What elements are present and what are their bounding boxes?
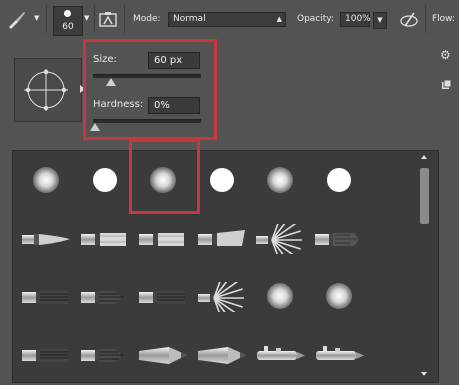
tool-preset-dropdown[interactable]: ▼ bbox=[34, 14, 39, 22]
flat-bristle-icon bbox=[20, 282, 72, 316]
size-hardness-highlight bbox=[83, 39, 217, 140]
scrollbar-thumb[interactable] bbox=[420, 168, 429, 224]
brush-preset-flat-bristle[interactable] bbox=[17, 328, 75, 382]
brush-size-readout: 60 bbox=[62, 22, 74, 32]
pencil-icon bbox=[137, 340, 189, 374]
soft-round-brush-tip-icon bbox=[267, 283, 293, 309]
opacity-input[interactable]: 100% bbox=[340, 12, 371, 27]
hard-round-brush-tip-icon bbox=[326, 168, 351, 192]
mode-label: Mode: bbox=[133, 14, 161, 24]
brush-preset-soft-round[interactable] bbox=[310, 270, 368, 326]
opacity-value: 100% bbox=[345, 14, 371, 24]
flat-bristle-icon bbox=[137, 282, 189, 316]
brush-panel-toggle-icon[interactable] bbox=[99, 11, 117, 28]
brush-preset-pointed-brush[interactable] bbox=[17, 212, 75, 268]
brush-preset-flat-brush[interactable] bbox=[76, 212, 134, 268]
soft-round-brush-tip-icon bbox=[267, 167, 293, 193]
scroll-down-arrow-icon[interactable] bbox=[421, 372, 427, 376]
brush-preset-picker[interactable]: 60 bbox=[53, 6, 83, 36]
brush-preset-pencil[interactable] bbox=[134, 328, 192, 382]
brush-angle-preview[interactable] bbox=[14, 58, 82, 122]
fan-brush-icon bbox=[254, 211, 306, 269]
brush-dot-icon bbox=[64, 10, 71, 17]
flat-brush-icon bbox=[137, 224, 189, 258]
opacity-dropdown-button[interactable]: ▼ bbox=[373, 12, 387, 29]
flat-brush-icon bbox=[79, 224, 131, 258]
new-preset-icon[interactable] bbox=[442, 74, 452, 89]
soft-round-brush-tip-icon bbox=[33, 167, 59, 193]
brush-preset-pencil[interactable] bbox=[193, 328, 251, 382]
soft-round-brush-tip-icon bbox=[325, 283, 352, 309]
round-bristle-brush-icon bbox=[313, 224, 365, 258]
pointed-brush-icon bbox=[20, 224, 72, 258]
brush-preset-hard-round[interactable] bbox=[193, 154, 251, 210]
round-bristle-icon bbox=[79, 340, 131, 374]
pencil-icon bbox=[196, 340, 248, 374]
brush-preset-soft-round[interactable] bbox=[17, 154, 75, 210]
brush-angle-crosshair-icon bbox=[24, 69, 68, 111]
brush-preset-flat-brush[interactable] bbox=[134, 212, 192, 268]
brush-preset-flat-bristle[interactable] bbox=[134, 270, 192, 326]
hard-round-brush-tip-icon bbox=[209, 168, 234, 192]
brush-tool-icon[interactable] bbox=[6, 9, 28, 31]
brush-preset-fan-brush[interactable] bbox=[193, 269, 251, 327]
brush-preset-round-bristle-brush[interactable] bbox=[310, 212, 368, 268]
selected-preset-highlight bbox=[129, 139, 200, 214]
round-bristle-icon bbox=[79, 282, 131, 316]
flow-label: Flow: bbox=[432, 14, 456, 24]
scroll-up-arrow-icon[interactable] bbox=[421, 155, 427, 159]
angled-brush-icon bbox=[196, 224, 248, 258]
brush-preset-soft-round[interactable] bbox=[251, 270, 309, 326]
opacity-label: Opacity: bbox=[297, 14, 334, 24]
airbrush-icon bbox=[313, 340, 365, 374]
brush-preset-airbrush[interactable] bbox=[310, 328, 368, 382]
brush-preset-round-bristle[interactable] bbox=[76, 328, 134, 382]
flat-bristle-icon bbox=[20, 340, 72, 374]
brush-preset-hard-round[interactable] bbox=[310, 154, 368, 210]
brush-preset-flat-bristle[interactable] bbox=[17, 270, 75, 326]
brush-preset-airbrush[interactable] bbox=[251, 328, 309, 382]
brush-preset-hard-round[interactable] bbox=[76, 154, 134, 210]
brush-preset-angled-brush[interactable] bbox=[193, 212, 251, 268]
airbrush-icon bbox=[254, 340, 306, 374]
hard-round-brush-tip-icon bbox=[92, 168, 117, 192]
fan-brush-icon bbox=[196, 269, 248, 327]
brush-preset-soft-round[interactable] bbox=[251, 154, 309, 210]
brush-preset-round-bristle[interactable] bbox=[76, 270, 134, 326]
tablet-pressure-opacity-icon[interactable] bbox=[398, 9, 420, 31]
mode-select[interactable]: Normal ▲ bbox=[168, 12, 286, 27]
mode-select-arrow-icon: ▲ bbox=[276, 15, 282, 23]
brush-preset-grid bbox=[12, 150, 439, 383]
panel-gear-icon[interactable]: ⚙ bbox=[440, 48, 451, 62]
brush-preset-fan-brush[interactable] bbox=[251, 211, 309, 269]
mode-value: Normal bbox=[173, 14, 206, 24]
brush-picker-dropdown[interactable]: ▼ bbox=[84, 14, 89, 22]
options-bar: ▼ 60 ▼ Mode: Normal ▲ Opacity: 100% ▼ Fl… bbox=[0, 0, 459, 40]
